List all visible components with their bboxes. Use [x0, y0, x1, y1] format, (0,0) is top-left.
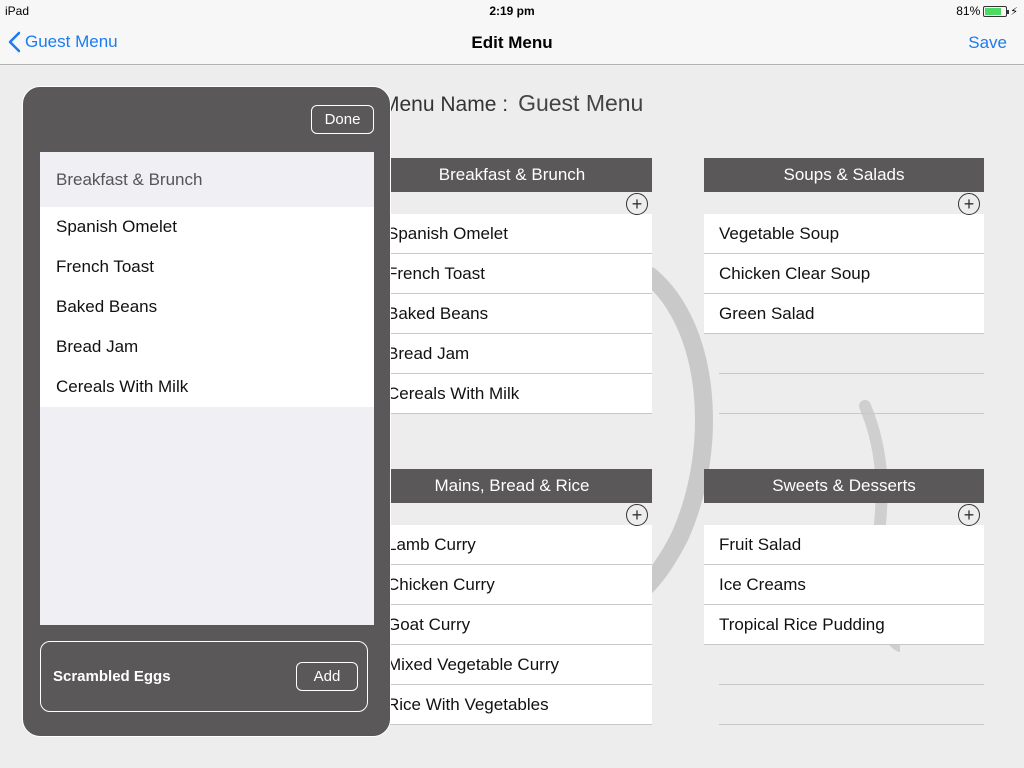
add-button[interactable]: Add — [296, 662, 358, 691]
charging-icon: ⚡ — [1010, 5, 1018, 18]
clock: 2:19 pm — [489, 4, 535, 18]
item-picker-popover: Done Breakfast & Brunch Spanish Omelet F… — [22, 86, 391, 737]
menu-item[interactable]: French Toast — [372, 254, 652, 294]
battery-percent: 81% — [956, 4, 981, 18]
menu-item[interactable]: Rice With Vegetables — [372, 685, 652, 725]
list-item[interactable]: Spanish Omelet — [40, 207, 374, 247]
menu-item[interactable]: Fruit Salad — [704, 525, 984, 565]
page-title: Edit Menu — [471, 33, 553, 52]
category-mains-bread-rice: Mains, Bread & Rice + Lamb Curry Chicken… — [372, 469, 652, 725]
list-item[interactable]: French Toast — [40, 247, 374, 287]
menu-item[interactable]: Green Salad — [704, 294, 984, 334]
menu-item[interactable]: Tropical Rice Pudding — [704, 605, 984, 645]
list-section-title: Breakfast & Brunch — [40, 152, 374, 207]
list-item[interactable]: Baked Beans — [40, 287, 374, 327]
empty-slot — [719, 685, 984, 725]
new-item-name[interactable]: Scrambled Eggs — [53, 668, 171, 685]
category-sweets-desserts: Sweets & Desserts + Fruit Salad Ice Crea… — [704, 469, 984, 725]
menu-item[interactable]: Mixed Vegetable Curry — [372, 645, 652, 685]
plus-circle-icon[interactable]: + — [626, 504, 648, 526]
add-item-box: Scrambled Eggs Add — [40, 641, 368, 712]
menu-item[interactable]: Ice Creams — [704, 565, 984, 605]
menu-item[interactable]: Lamb Curry — [372, 525, 652, 565]
menu-item[interactable]: Bread Jam — [372, 334, 652, 374]
plus-circle-icon[interactable]: + — [958, 193, 980, 215]
menu-item[interactable]: Chicken Curry — [372, 565, 652, 605]
list-item[interactable]: Cereals With Milk — [40, 367, 374, 407]
category-soups-salads: Soups & Salads + Vegetable Soup Chicken … — [704, 158, 984, 414]
menu-item[interactable]: Goat Curry — [372, 605, 652, 645]
menu-name: Menu Name : Guest Menu — [382, 90, 643, 117]
navigation-bar: Guest Menu Edit Menu Save — [0, 22, 1024, 65]
empty-slot — [719, 334, 984, 374]
menu-item[interactable]: Spanish Omelet — [372, 214, 652, 254]
menu-name-label: Menu Name : — [382, 93, 509, 116]
plus-circle-icon[interactable]: + — [626, 193, 648, 215]
list-item[interactable]: Bread Jam — [40, 327, 374, 367]
category-header: Soups & Salads — [704, 158, 984, 192]
menu-item[interactable]: Chicken Clear Soup — [704, 254, 984, 294]
empty-slot — [719, 374, 984, 414]
item-list: Breakfast & Brunch Spanish Omelet French… — [40, 152, 374, 625]
plus-circle-icon[interactable]: + — [958, 504, 980, 526]
menu-item[interactable]: Cereals With Milk — [372, 374, 652, 414]
category-header: Mains, Bread & Rice — [372, 469, 652, 503]
battery-icon — [983, 5, 1010, 17]
save-button[interactable]: Save — [968, 33, 1007, 53]
category-breakfast-brunch: Breakfast & Brunch + Spanish Omelet Fren… — [372, 158, 652, 414]
status-bar: iPad 2:19 pm 81% ⚡ — [0, 0, 1024, 22]
category-header: Breakfast & Brunch — [372, 158, 652, 192]
battery-indicator: 81% ⚡ — [956, 4, 1018, 18]
menu-item[interactable]: Baked Beans — [372, 294, 652, 334]
empty-slot — [719, 645, 984, 685]
menu-name-value[interactable]: Guest Menu — [518, 90, 643, 117]
category-header: Sweets & Desserts — [704, 469, 984, 503]
menu-item[interactable]: Vegetable Soup — [704, 214, 984, 254]
done-button[interactable]: Done — [311, 105, 374, 134]
